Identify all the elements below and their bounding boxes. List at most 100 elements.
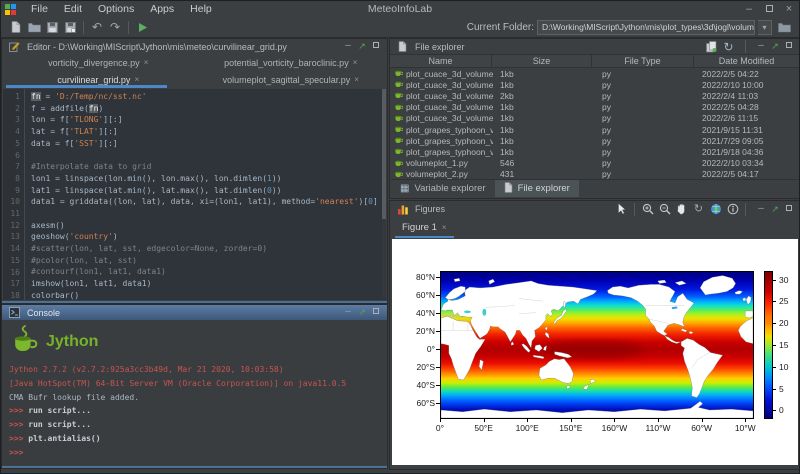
window-controls: –×: [739, 1, 799, 17]
colorbar-tick-mark: [773, 323, 776, 324]
file-type: py: [593, 158, 695, 168]
tab-label: File explorer: [518, 183, 570, 194]
y-tick-mark: [436, 349, 440, 350]
y-tick-label: 20°N: [394, 326, 435, 336]
figure-tab[interactable]: Figure 1 ×: [395, 217, 454, 238]
rotate-icon[interactable]: ↻: [690, 202, 707, 217]
zoom-out-icon[interactable]: [656, 202, 673, 217]
browse-folder-icon[interactable]: [775, 18, 793, 36]
column-header-size[interactable]: Size: [492, 55, 592, 67]
tab-variable-explorer[interactable]: ▦Variable explorer: [391, 180, 495, 197]
file-type: py: [593, 102, 695, 112]
line-number: 8: [3, 173, 20, 185]
file-name: volumeplot_2.py: [406, 169, 468, 179]
table-row[interactable]: plot_grapes_typhoon_v...1kbpy2021/9/18 0…: [391, 146, 799, 157]
identify-icon[interactable]: [724, 202, 741, 217]
column-header-date-modified[interactable]: Date Modified: [694, 55, 800, 67]
maximize-button[interactable]: [782, 39, 796, 54]
console-output[interactable]: Jython Jython 2.7.2 (v2.7.2:925a3cc3b49d…: [3, 320, 386, 465]
undo-icon[interactable]: ↶: [88, 18, 106, 36]
file-date: 2022/2/5 04:17: [695, 169, 799, 179]
zoom-in-icon[interactable]: [639, 202, 656, 217]
file-date: 2022/2/5 04:22: [695, 69, 799, 79]
save-icon[interactable]: [43, 18, 61, 36]
maximize-button[interactable]: [369, 305, 383, 320]
figure-area[interactable]: 0°50°E100°E150°E160°W110°W60°W10°W80°N60…: [392, 239, 798, 465]
close-tab-icon[interactable]: ×: [353, 58, 358, 67]
refresh-icon[interactable]: ↻: [720, 39, 737, 54]
app-logo-icon: [5, 3, 18, 15]
table-row[interactable]: volumeplot_2.py431py2022/2/5 04:17: [391, 169, 799, 179]
file-name: plot_cuace_3d_volume-...: [406, 69, 493, 79]
close-tab-icon[interactable]: ×: [354, 75, 359, 84]
x-tick-mark: [484, 419, 485, 422]
run-icon[interactable]: [133, 18, 151, 36]
editor-tab-label: vorticity_divergence.py: [48, 58, 140, 68]
table-row[interactable]: plot_cuace_3d_volume_...2kbpy2022/2/4 11…: [391, 90, 799, 101]
table-row[interactable]: plot_cuace_3d_volume_s...1kbpy2022/2/6 1…: [391, 113, 799, 124]
float-button[interactable]: ↗: [768, 39, 782, 54]
editor-tab-potential_vorticity_baroclinic[interactable]: potential_vorticity_baroclinic.py×: [195, 54, 388, 71]
console-header-buttons: –↗: [341, 305, 383, 320]
x-tick-label: 160°W: [598, 423, 630, 433]
close-tab-icon[interactable]: ×: [144, 58, 149, 67]
maximize-button[interactable]: [369, 39, 383, 54]
tab-file-explorer[interactable]: File explorer: [495, 180, 579, 197]
editor-vertical-scrollbar[interactable]: [382, 89, 386, 298]
table-row[interactable]: plot_grapes_typhoon_v...1kbpy2021/9/15 1…: [391, 124, 799, 135]
minimize-button[interactable]: –: [739, 1, 759, 17]
float-button[interactable]: ↗: [768, 202, 782, 217]
editor-tab-vorticity_divergence[interactable]: vorticity_divergence.py ×: [2, 54, 195, 71]
menu-apps[interactable]: Apps: [142, 3, 182, 15]
minimize-button[interactable]: –: [341, 39, 355, 54]
minimize-button[interactable]: –: [754, 39, 768, 54]
code-line: #pcolor(lon, lat, sst): [31, 255, 386, 267]
redo-icon[interactable]: ↷: [106, 18, 124, 36]
table-row[interactable]: plot_cuace_3d_volume-...1kbpy2022/2/5 04…: [391, 68, 799, 79]
minimize-button[interactable]: –: [754, 202, 768, 217]
copy-file-icon[interactable]: [703, 39, 720, 54]
menu-file[interactable]: File: [23, 3, 56, 15]
float-button[interactable]: ↗: [355, 39, 369, 54]
current-folder-combobox[interactable]: D:\Working\MIScript\Jython\mis\plot_type…: [537, 20, 755, 35]
minimize-button[interactable]: –: [341, 305, 355, 320]
file-name: plot_cuace_3d_volume_...: [406, 91, 493, 101]
maximize-button[interactable]: [782, 202, 796, 217]
globe-icon[interactable]: [707, 202, 724, 217]
x-tick-label: 150°E: [555, 423, 587, 433]
maximize-button[interactable]: [759, 1, 779, 17]
new-file-icon[interactable]: [7, 18, 25, 36]
open-folder-icon[interactable]: [25, 18, 43, 36]
console-panel: Console –↗ Jython Jython 2.7.2 (v2.7.2:9…: [1, 304, 388, 469]
menu-edit[interactable]: Edit: [56, 3, 90, 15]
close-button[interactable]: ×: [779, 1, 799, 17]
editor-tab-curvilinear_grid[interactable]: curvilinear_grid.py×: [2, 71, 195, 88]
jython-logo-text: Jython: [46, 335, 98, 349]
code-editor[interactable]: 123456789101112131415161718 fn = 'D:/Tem…: [3, 89, 386, 300]
python-file-icon: [394, 169, 403, 179]
colorbar-tick-mark: [773, 280, 776, 281]
editor-tab-volumeplot_sagittal_specular[interactable]: volumeplot_sagittal_specular.py×: [195, 71, 388, 88]
menu-help[interactable]: Help: [182, 3, 220, 15]
chevron-down-icon[interactable]: ▾: [758, 20, 772, 35]
menu-options[interactable]: Options: [90, 3, 142, 15]
editor-horizontal-scrollbar[interactable]: [2, 301, 387, 303]
column-header-file-type[interactable]: File Type: [592, 55, 694, 67]
world-sst-map: [441, 272, 753, 418]
column-header-name[interactable]: Name: [390, 55, 492, 67]
table-row[interactable]: volumeplot_1.py546py2022/2/10 03:34: [391, 158, 799, 169]
close-tab-icon[interactable]: ×: [134, 75, 139, 84]
close-figure-tab-icon[interactable]: ×: [442, 223, 447, 232]
table-row[interactable]: plot_cuace_3d_volume_...1kbpy2022/2/5 04…: [391, 102, 799, 113]
file-table: plot_cuace_3d_volume-...1kbpy2022/2/5 04…: [391, 68, 799, 179]
save-as-icon[interactable]: [61, 18, 79, 36]
table-row[interactable]: plot_grapes_typhoon_v...1kbpy2021/7/29 0…: [391, 135, 799, 146]
code-lines: fn = 'D:/Temp/nc/sst.nc'f = addfile(fn)l…: [25, 89, 386, 300]
table-row[interactable]: plot_cuace_3d_volume.py1kbpy2022/2/10 10…: [391, 79, 799, 90]
select-arrow-icon[interactable]: [613, 202, 630, 217]
float-button[interactable]: ↗: [355, 305, 369, 320]
code-line: [31, 208, 386, 220]
pan-hand-icon[interactable]: [673, 202, 690, 217]
console-line: >>> run script...: [9, 418, 380, 432]
file-name: plot_grapes_typhoon_v...: [406, 136, 493, 146]
